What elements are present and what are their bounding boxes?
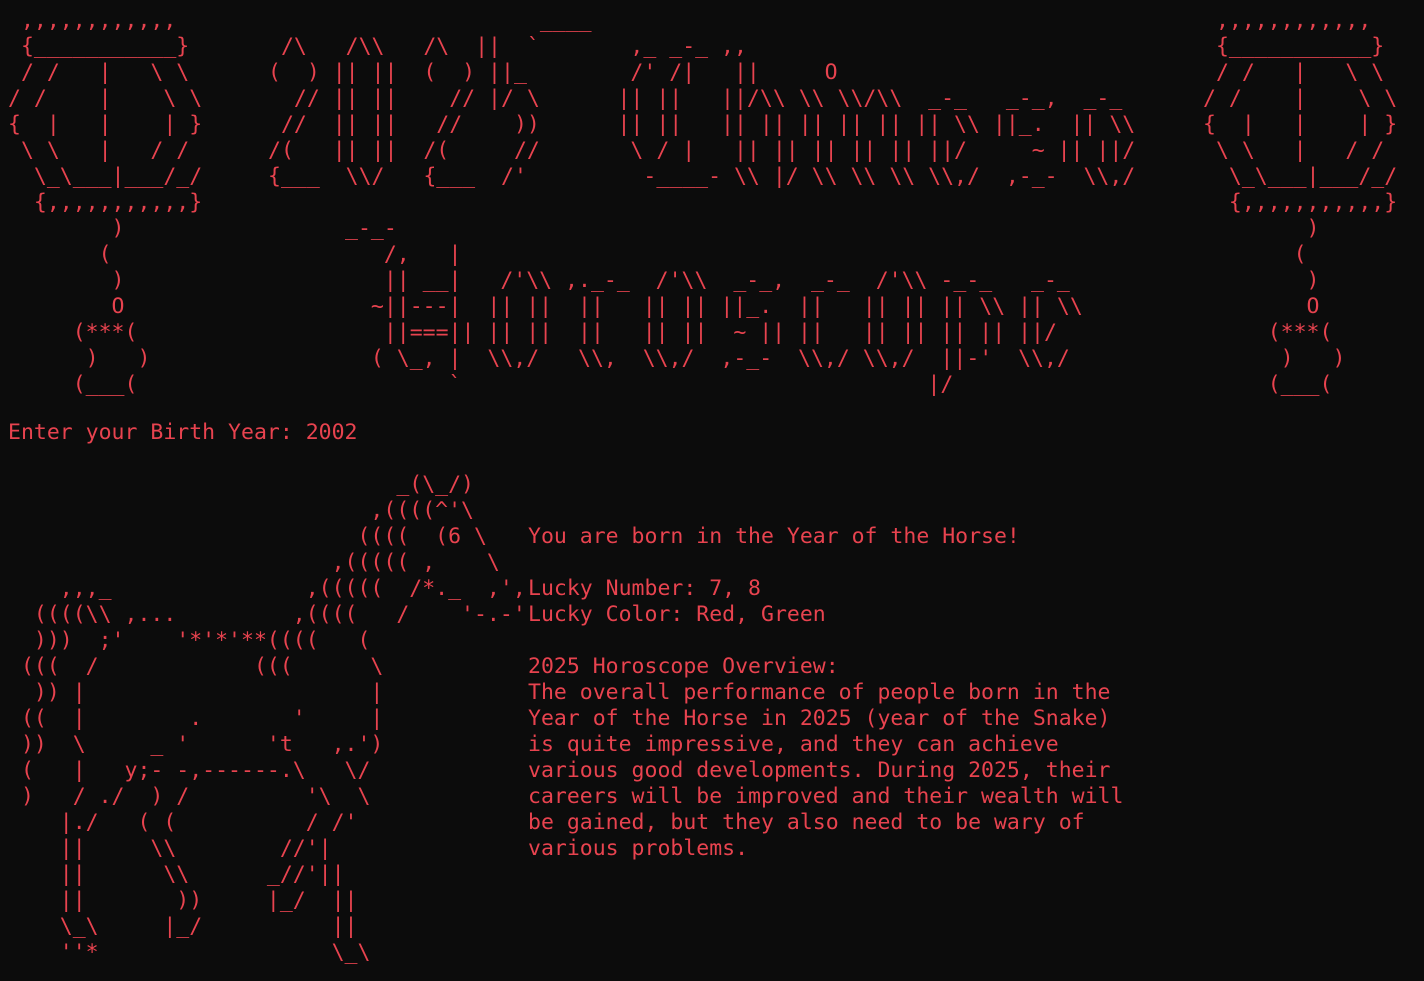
overview-line: The overall performance of people born i… <box>528 680 1111 705</box>
terminal-window: ,,,,,,,,,,,, {___________} / / | \ \ / /… <box>0 0 1424 981</box>
lucky-color-value: Red, Green <box>696 602 826 627</box>
birth-year-input[interactable]: 2002 <box>306 420 358 445</box>
lucky-number-label: Lucky Number: <box>528 576 710 601</box>
prompt-label: Enter your Birth Year: <box>8 420 306 445</box>
lucky-color-row: Lucky Color: Red, Green <box>528 602 1123 628</box>
birth-year-prompt: Enter your Birth Year: 2002 <box>8 420 358 446</box>
overview-line: Year of the Horse in 2025 (year of the S… <box>528 706 1111 731</box>
lucky-number-row: Lucky Number: 7, 8 <box>528 576 1123 602</box>
overview-title: 2025 Horoscope Overview: <box>528 654 839 679</box>
lucky-color-label: Lucky Color: <box>528 602 697 627</box>
title-ascii-art: ____ /\ /\\ /\ || ` ,_ _-_ ,, ( ) || || … <box>268 8 1136 189</box>
horoscope-result: You are born in the Year of the Horse! Lu… <box>528 524 1123 862</box>
lantern-art-left: ,,,,,,,,,,,, {___________} / / | \ \ / /… <box>8 8 203 397</box>
overview-line: various problems. <box>528 836 749 861</box>
overview-line: is quite impressive, and they can achiev… <box>528 732 1059 757</box>
horse-ascii-art: _(\_/) ,((((^'\ (((( (6 \ ,((((( , \ ,,,… <box>20 472 526 965</box>
subtitle-ascii-art: _-_- /, | || __| /'\\ ,._-_ /'\\ _-_, _-… <box>345 216 1083 397</box>
result-headline: You are born in the Year of the Horse! <box>528 524 1020 549</box>
lantern-art-right: ,,,,,,,,,,,, {___________} / / | \ \ / /… <box>1203 8 1398 397</box>
overview-line: careers will be improved and their wealt… <box>528 784 1124 809</box>
overview-line: various good developments. During 2025, … <box>528 758 1111 783</box>
overview-line: be gained, but they also need to be wary… <box>528 810 1085 835</box>
lucky-number-value: 7, 8 <box>709 576 761 601</box>
